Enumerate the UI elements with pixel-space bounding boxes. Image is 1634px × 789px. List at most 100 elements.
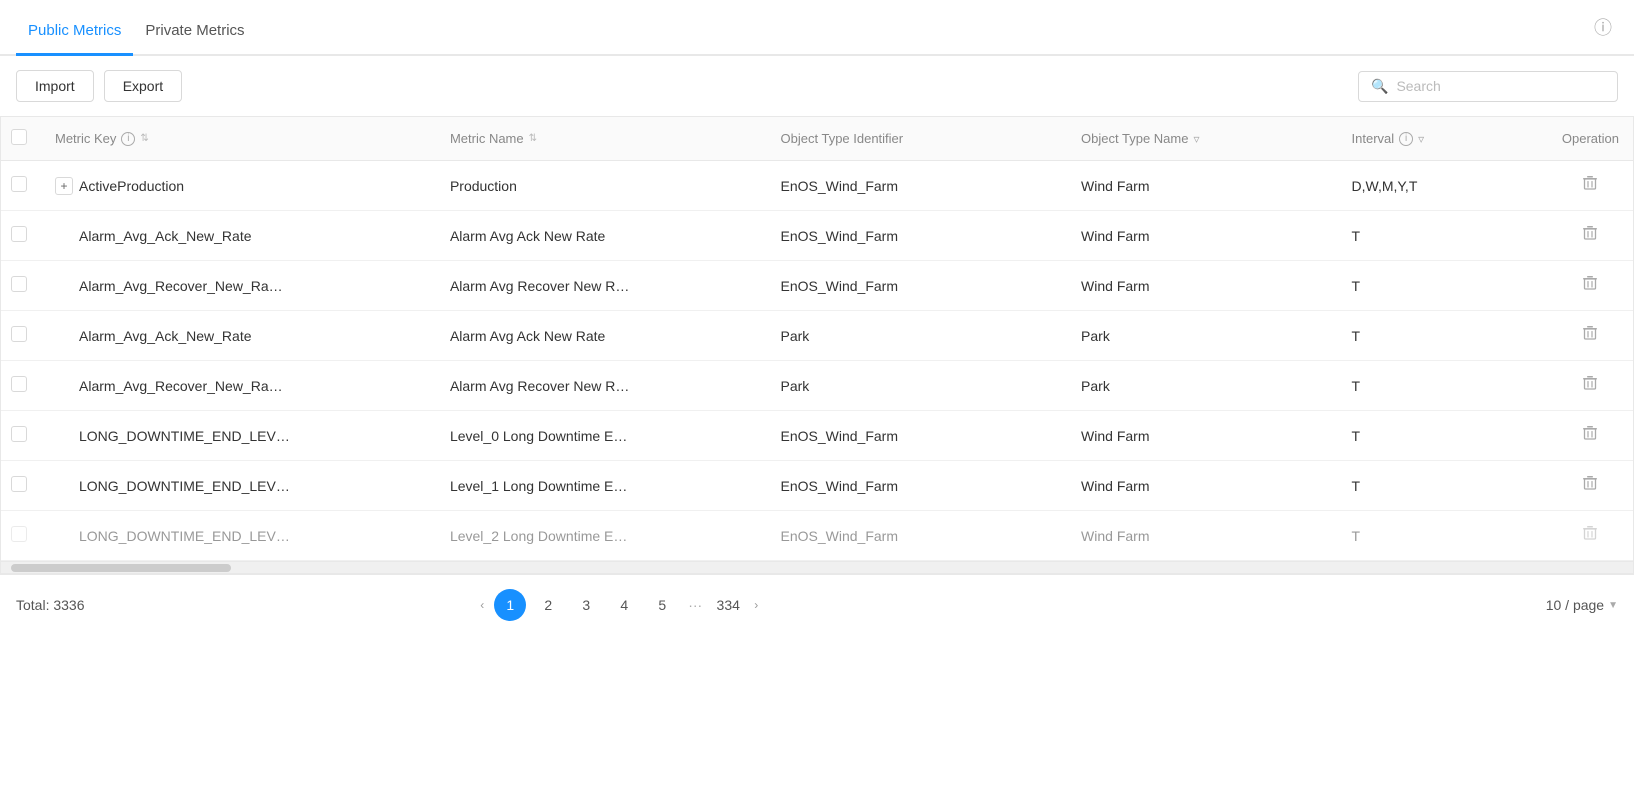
cell-object-type-id-6: EnOS_Wind_Farm: [781, 428, 898, 444]
cell-metric-name-4: Alarm Avg Ack New Rate: [450, 328, 605, 344]
cell-object-type-name-7: Wind Farm: [1081, 478, 1149, 494]
cell-metric-name-5: Alarm Avg Recover New R…: [450, 378, 629, 394]
table-row: + ActiveProduction Production EnOS_Wind_…: [1, 161, 1633, 211]
row-checkbox-2[interactable]: [11, 226, 27, 242]
delete-row-6[interactable]: [1582, 428, 1598, 445]
prev-page-button[interactable]: ‹: [476, 598, 488, 612]
page-ellipsis: ···: [684, 597, 706, 613]
cell-object-type-name-5: Park: [1081, 378, 1110, 394]
total-count: Total: 3336: [16, 597, 85, 613]
col-metric-name-label: Metric Name: [450, 131, 524, 146]
help-icon[interactable]: ⓘ: [1588, 0, 1618, 54]
cell-interval-8: T: [1352, 528, 1361, 544]
export-button[interactable]: Export: [104, 70, 182, 102]
delete-row-4[interactable]: [1582, 328, 1598, 345]
col-operation-label: Operation: [1562, 131, 1619, 146]
table-row: Alarm_Avg_Recover_New_Ra… Alarm Avg Reco…: [1, 261, 1633, 311]
delete-row-7[interactable]: [1582, 478, 1598, 495]
page-4-button[interactable]: 4: [608, 589, 640, 621]
metric-key-info-icon[interactable]: i: [121, 132, 135, 146]
cell-object-type-name-3: Wind Farm: [1081, 278, 1149, 294]
cell-interval-7: T: [1352, 478, 1361, 494]
tab-private-metrics[interactable]: Private Metrics: [133, 6, 256, 56]
page-size-chevron-icon: ▼: [1608, 600, 1618, 611]
cell-object-type-name-4: Park: [1081, 328, 1110, 344]
cell-metric-key-4: Alarm_Avg_Ack_New_Rate: [79, 328, 252, 344]
row-checkbox-4[interactable]: [11, 326, 27, 342]
interval-filter-icon[interactable]: ▿: [1418, 132, 1424, 146]
row-checkbox-1[interactable]: [11, 176, 27, 192]
cell-object-type-id-1: EnOS_Wind_Farm: [781, 178, 898, 194]
next-page-button[interactable]: ›: [750, 598, 762, 612]
col-interval-label: Interval: [1352, 131, 1395, 146]
page-last-button[interactable]: 334: [712, 589, 744, 621]
scrollbar-thumb[interactable]: [11, 564, 231, 572]
table-row: Alarm_Avg_Ack_New_Rate Alarm Avg Ack New…: [1, 211, 1633, 261]
page-1-button[interactable]: 1: [494, 589, 526, 621]
cell-object-type-id-3: EnOS_Wind_Farm: [781, 278, 898, 294]
expand-row-1[interactable]: +: [55, 177, 73, 195]
cell-metric-key-5: Alarm_Avg_Recover_New_Ra…: [79, 378, 283, 394]
page-2-button[interactable]: 2: [532, 589, 564, 621]
cell-interval-6: T: [1352, 428, 1361, 444]
row-checkbox-8[interactable]: [11, 526, 27, 542]
horizontal-scrollbar[interactable]: [1, 561, 1633, 573]
col-object-type-id-label: Object Type Identifier: [781, 131, 904, 146]
search-box: 🔍: [1358, 71, 1618, 102]
delete-row-1[interactable]: [1582, 178, 1598, 195]
table-row: LONG_DOWNTIME_END_LEV… Level_0 Long Down…: [1, 411, 1633, 461]
select-all-checkbox[interactable]: [11, 129, 27, 145]
cell-object-type-name-8: Wind Farm: [1081, 528, 1149, 544]
metric-name-sort-icon[interactable]: ⇅: [529, 133, 537, 144]
page-size-selector[interactable]: 10 / page ▼: [1546, 597, 1618, 613]
cell-metric-key-7: LONG_DOWNTIME_END_LEV…: [79, 478, 290, 494]
search-icon: 🔍: [1371, 78, 1388, 95]
cell-interval-4: T: [1352, 328, 1361, 344]
cell-metric-key-8: LONG_DOWNTIME_END_LEV…: [79, 528, 290, 544]
cell-metric-key-3: Alarm_Avg_Recover_New_Ra…: [79, 278, 283, 294]
cell-object-type-id-2: EnOS_Wind_Farm: [781, 228, 898, 244]
row-checkbox-5[interactable]: [11, 376, 27, 392]
interval-info-icon[interactable]: i: [1399, 132, 1413, 146]
cell-metric-name-7: Level_1 Long Downtime E…: [450, 478, 627, 494]
metrics-table: Metric Key i ⇅ Metric Name ⇅ Objec: [0, 116, 1634, 574]
table-row: Alarm_Avg_Ack_New_Rate Alarm Avg Ack New…: [1, 311, 1633, 361]
cell-interval-1: D,W,M,Y,T: [1352, 178, 1418, 194]
cell-interval-5: T: [1352, 378, 1361, 394]
page-5-button[interactable]: 5: [646, 589, 678, 621]
metric-key-sort-icon[interactable]: ⇅: [140, 133, 148, 144]
cell-object-type-id-5: Park: [781, 378, 810, 394]
row-checkbox-3[interactable]: [11, 276, 27, 292]
cell-metric-key-1: ActiveProduction: [79, 178, 184, 194]
delete-row-8[interactable]: [1582, 528, 1598, 545]
table-row: LONG_DOWNTIME_END_LEV… Level_2 Long Down…: [1, 511, 1633, 561]
cell-metric-name-6: Level_0 Long Downtime E…: [450, 428, 627, 444]
pagination: ‹ 1 2 3 4 5 ··· 334 ›: [476, 589, 762, 621]
tab-public-metrics[interactable]: Public Metrics: [16, 6, 133, 56]
delete-row-5[interactable]: [1582, 378, 1598, 395]
delete-row-2[interactable]: [1582, 228, 1598, 245]
cell-object-type-id-7: EnOS_Wind_Farm: [781, 478, 898, 494]
row-checkbox-7[interactable]: [11, 476, 27, 492]
cell-metric-name-3: Alarm Avg Recover New R…: [450, 278, 629, 294]
search-input[interactable]: [1396, 78, 1605, 94]
cell-object-type-id-4: Park: [781, 328, 810, 344]
cell-metric-name-2: Alarm Avg Ack New Rate: [450, 228, 605, 244]
cell-metric-key-2: Alarm_Avg_Ack_New_Rate: [79, 228, 252, 244]
cell-metric-name-8: Level_2 Long Downtime E…: [450, 528, 627, 544]
col-metric-key-label: Metric Key: [55, 131, 116, 146]
object-type-name-filter-icon[interactable]: ▿: [1193, 132, 1199, 146]
delete-row-3[interactable]: [1582, 278, 1598, 295]
row-checkbox-6[interactable]: [11, 426, 27, 442]
col-object-type-name-label: Object Type Name: [1081, 131, 1188, 146]
table-footer: Total: 3336 ‹ 1 2 3 4 5 ··· 334 › 10 / p…: [0, 574, 1634, 635]
cell-interval-2: T: [1352, 228, 1361, 244]
cell-interval-3: T: [1352, 278, 1361, 294]
page-size-label: 10 / page: [1546, 597, 1604, 613]
cell-object-type-name-6: Wind Farm: [1081, 428, 1149, 444]
import-button[interactable]: Import: [16, 70, 94, 102]
cell-object-type-name-1: Wind Farm: [1081, 178, 1149, 194]
page-3-button[interactable]: 3: [570, 589, 602, 621]
table-row: LONG_DOWNTIME_END_LEV… Level_1 Long Down…: [1, 461, 1633, 511]
table-container[interactable]: Metric Key i ⇅ Metric Name ⇅ Objec: [1, 117, 1633, 561]
